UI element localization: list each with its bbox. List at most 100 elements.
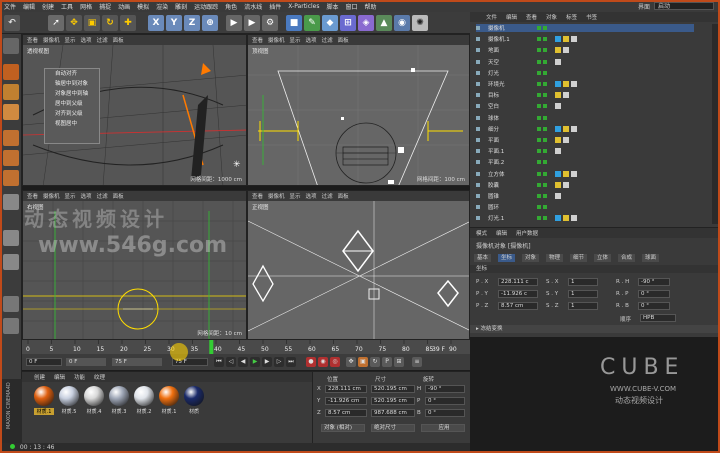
visibility-check-icon[interactable]: [537, 48, 541, 53]
playhead[interactable]: [209, 340, 214, 354]
tag-icon[interactable]: [555, 58, 561, 65]
visibility-check-icon[interactable]: [537, 126, 541, 131]
tag-icon[interactable]: [571, 36, 577, 43]
object-scrollbar[interactable]: [712, 24, 718, 224]
array-icon[interactable]: ⊞: [340, 15, 356, 31]
render-check-icon[interactable]: [543, 205, 547, 210]
tag-icon[interactable]: [563, 36, 569, 43]
freeze-transform[interactable]: ▸ 冻结变换: [470, 325, 720, 333]
make-editable-icon[interactable]: [3, 38, 19, 54]
object-row[interactable]: 平面: [476, 136, 694, 144]
order-dropdown[interactable]: HPB: [640, 314, 676, 322]
tag-icon[interactable]: [571, 170, 577, 177]
prev-key-icon[interactable]: ◁: [226, 357, 236, 367]
object-row[interactable]: 摄像机.1: [476, 35, 694, 43]
popup-item[interactable]: 视图居中: [45, 119, 99, 129]
attribute-subtab[interactable]: 基本: [474, 254, 492, 262]
param-key-icon[interactable]: P: [382, 357, 392, 367]
position-field[interactable]: 8.57 cm: [325, 409, 367, 417]
timeline[interactable]: 05101520253035404550556065707580859039 F: [22, 340, 470, 354]
render-check-icon[interactable]: [543, 115, 547, 120]
object-row[interactable]: 细分: [476, 125, 694, 133]
viewport-menu-item[interactable]: 摄像机: [43, 36, 60, 44]
render-check-icon[interactable]: [543, 149, 547, 154]
visibility-check-icon[interactable]: [537, 70, 541, 75]
viewport-menu-item[interactable]: 过滤: [97, 192, 108, 200]
material-tab[interactable]: 创建: [34, 373, 45, 381]
attribute-field[interactable]: 1: [568, 278, 598, 286]
render-check-icon[interactable]: [543, 82, 547, 87]
viewport-menu-item[interactable]: 摄像机: [268, 36, 285, 44]
tag-icon[interactable]: [563, 137, 569, 144]
axis-z-icon[interactable]: Z: [184, 15, 200, 31]
viewport-menu-item[interactable]: 查看: [252, 192, 263, 200]
viewport-menu-item[interactable]: 选项: [306, 192, 317, 200]
viewport-menu-item[interactable]: 面板: [338, 192, 349, 200]
attribute-tab[interactable]: 用户数据: [516, 229, 538, 237]
menu-item[interactable]: X-Particles: [288, 3, 319, 10]
menu-item[interactable]: 工具: [61, 2, 73, 11]
snap-icon[interactable]: [3, 230, 19, 246]
tag-icon[interactable]: [555, 47, 561, 54]
menu-item[interactable]: 动画: [118, 2, 130, 11]
first-frame-icon[interactable]: ⏮: [214, 357, 224, 367]
attribute-field[interactable]: 0 °: [638, 290, 670, 298]
position-field[interactable]: -11.926 cm: [325, 397, 367, 405]
visibility-check-icon[interactable]: [537, 104, 541, 109]
min-frame-slider[interactable]: 0 F: [66, 358, 106, 366]
viewport-menu-item[interactable]: 面板: [113, 192, 124, 200]
tag-icon[interactable]: [555, 103, 561, 110]
object-row[interactable]: 摄像机: [476, 24, 694, 33]
viewport-menu-item[interactable]: 选项: [81, 192, 92, 200]
tag-icon[interactable]: [555, 92, 561, 99]
start-frame-field[interactable]: 0 F: [26, 358, 62, 366]
attribute-subtab[interactable]: 物理: [546, 254, 564, 262]
viewport-menu-item[interactable]: 显示: [65, 36, 76, 44]
object-tab[interactable]: 书签: [586, 13, 597, 21]
object-tab[interactable]: 对象: [546, 13, 557, 21]
object-row[interactable]: 天空: [476, 58, 694, 66]
visibility-check-icon[interactable]: [537, 115, 541, 120]
menu-item[interactable]: 插件: [269, 2, 281, 11]
tag-icon[interactable]: [571, 125, 577, 132]
viewport-menu-item[interactable]: 面板: [113, 36, 124, 44]
menu-item[interactable]: 帮助: [365, 2, 377, 11]
workplane-icon[interactable]: [3, 104, 19, 120]
visibility-check-icon[interactable]: [537, 82, 541, 87]
select-arrow-icon[interactable]: ➚: [48, 15, 64, 31]
render-check-icon[interactable]: [543, 59, 547, 64]
object-tab[interactable]: 标签: [566, 13, 577, 21]
subdivision-icon[interactable]: ◆: [322, 15, 338, 31]
attribute-subtab[interactable]: 对象: [522, 254, 540, 262]
visibility-check-icon[interactable]: [537, 205, 541, 210]
tag-icon[interactable]: [563, 181, 569, 188]
material-swatch[interactable]: 材质.1: [159, 386, 179, 415]
attribute-subtab[interactable]: 细节: [570, 254, 588, 262]
menu-item[interactable]: 创建: [42, 2, 54, 11]
viewport-menu-item[interactable]: 选项: [306, 36, 317, 44]
object-row[interactable]: 目标: [476, 91, 694, 99]
axis-x-icon[interactable]: X: [148, 15, 164, 31]
menu-item[interactable]: 网格: [80, 2, 92, 11]
tag-icon[interactable]: [555, 170, 561, 177]
object-row[interactable]: 圆环: [476, 203, 694, 211]
attribute-field[interactable]: 8.57 cm: [498, 302, 538, 310]
tag-icon[interactable]: [555, 125, 561, 132]
apply-button[interactable]: 应用: [421, 424, 465, 432]
object-row[interactable]: 立方体: [476, 170, 694, 178]
object-row[interactable]: 地面: [476, 46, 694, 54]
last-frame-icon[interactable]: ⏭: [286, 357, 296, 367]
visibility-check-icon[interactable]: [537, 194, 541, 199]
viewport-menu-item[interactable]: 查看: [27, 36, 38, 44]
tag-icon[interactable]: [555, 215, 561, 222]
object-row[interactable]: 环境光: [476, 80, 694, 88]
viewport-menu-item[interactable]: 显示: [290, 192, 301, 200]
viewport-menu-item[interactable]: 查看: [252, 36, 263, 44]
attribute-tab[interactable]: 编辑: [496, 229, 507, 237]
size-field[interactable]: 520.195 cm: [371, 397, 415, 405]
render-check-icon[interactable]: [543, 171, 547, 176]
render-check-icon[interactable]: [543, 26, 547, 31]
popup-item[interactable]: 轴居中到对象: [45, 79, 99, 89]
tag-icon[interactable]: [555, 137, 561, 144]
viewport-menu-item[interactable]: 选项: [81, 36, 92, 44]
